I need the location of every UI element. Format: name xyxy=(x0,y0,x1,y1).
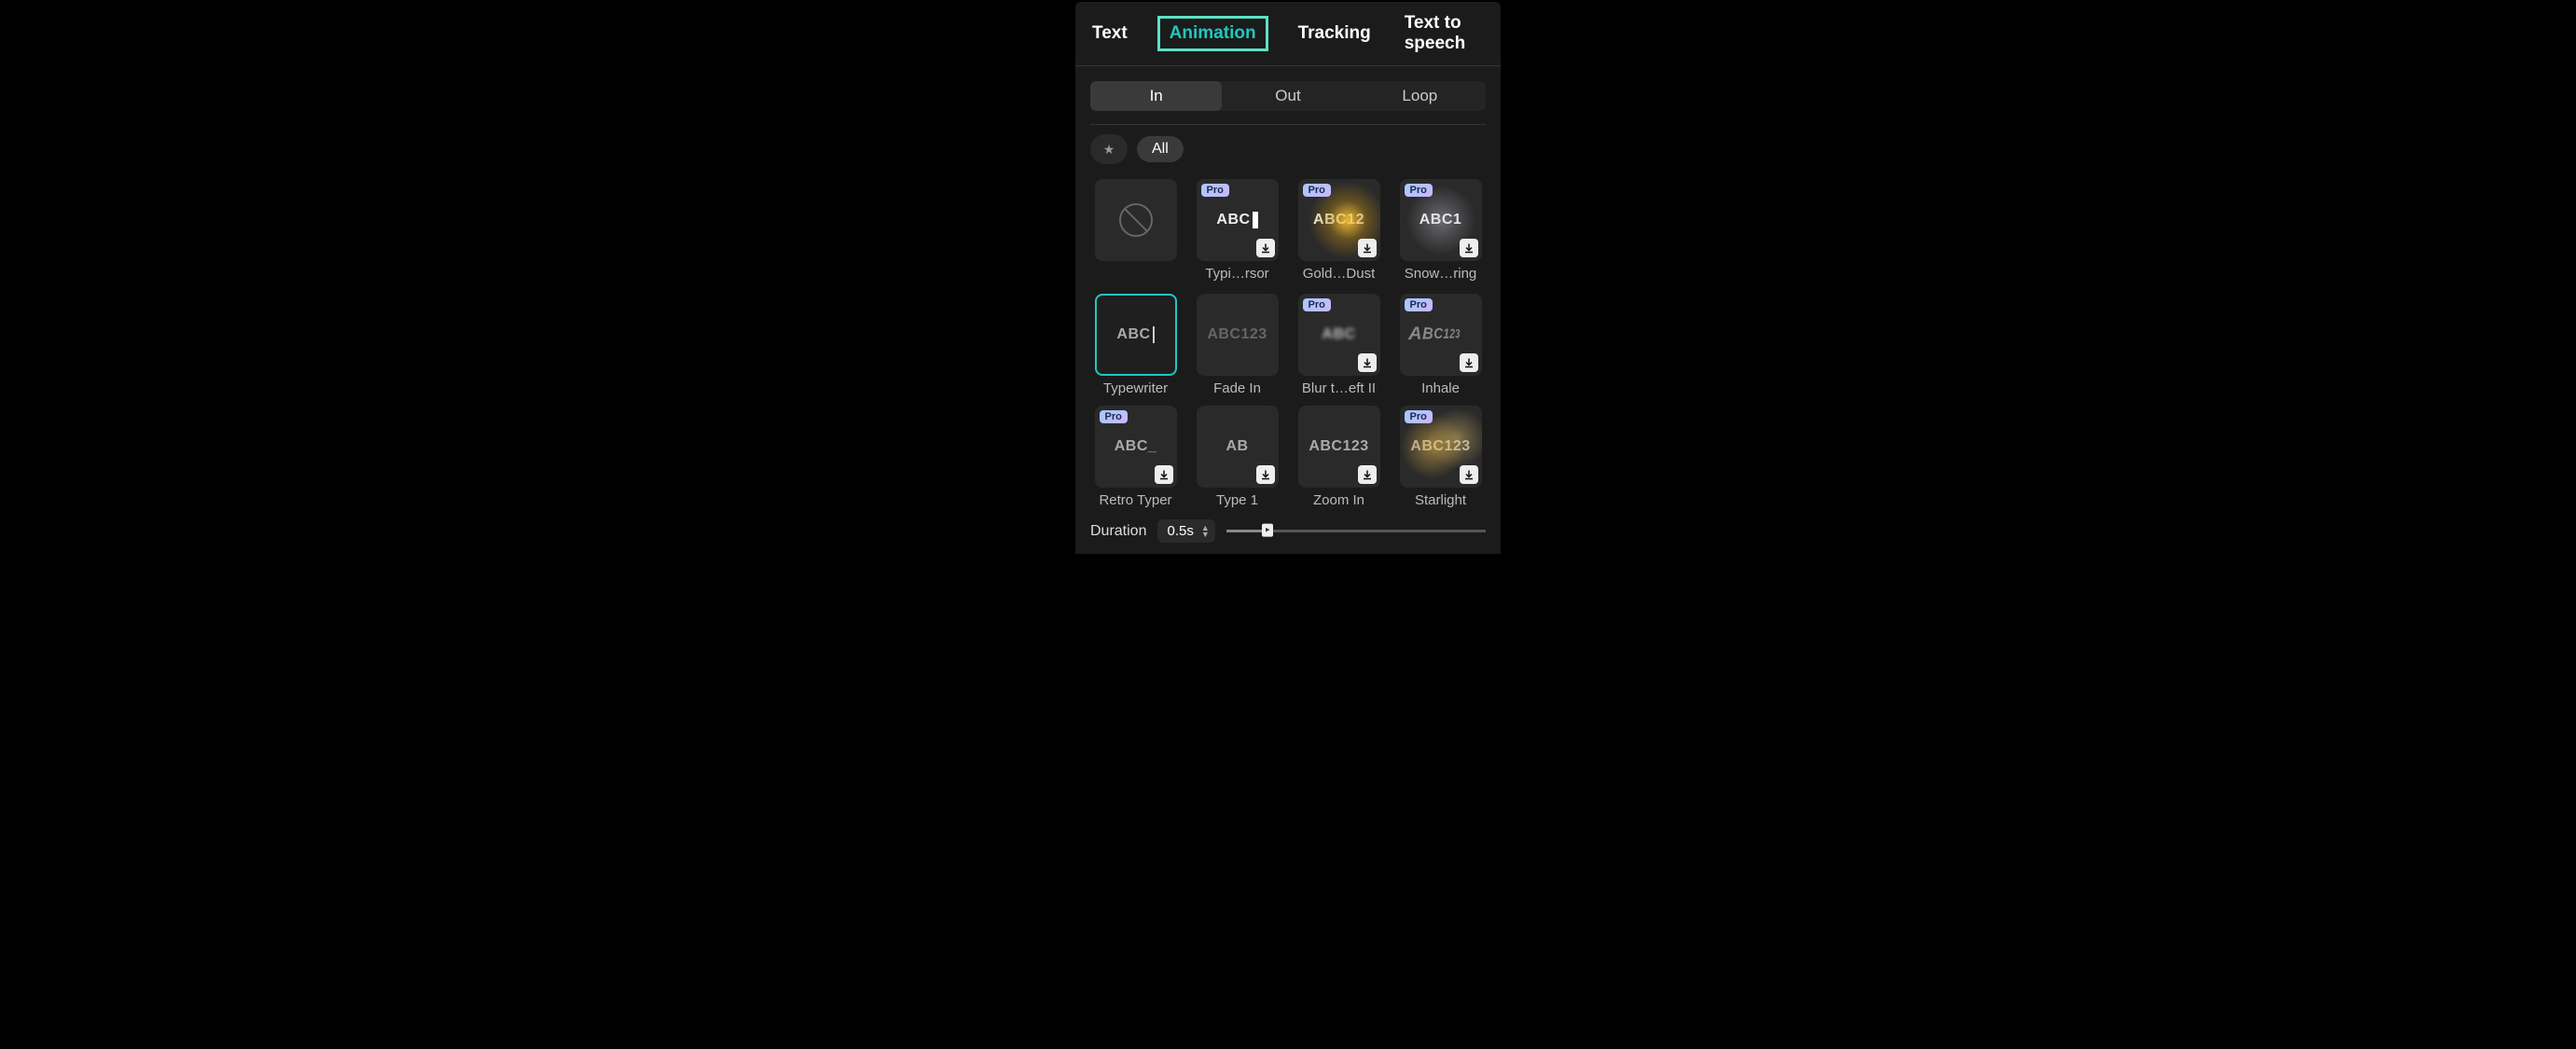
tab-animation[interactable]: Animation xyxy=(1157,16,1268,51)
pro-badge: Pro xyxy=(1405,184,1433,197)
duration-stepper[interactable]: ▲ ▼ xyxy=(1201,525,1210,538)
animation-item-blurleft2: ABC Pro Blur t…eft II xyxy=(1294,294,1384,396)
filter-row: ★ All xyxy=(1075,134,1501,173)
animation-thumb-retrotyper[interactable]: ABC_ Pro xyxy=(1095,406,1177,488)
duration-slider[interactable]: ▸ xyxy=(1226,524,1486,539)
cursor-icon xyxy=(1253,212,1258,228)
pro-badge: Pro xyxy=(1100,410,1128,423)
animation-label: Inhale xyxy=(1421,380,1460,396)
animation-thumb-zoomin[interactable]: ABC123 xyxy=(1298,406,1380,488)
download-icon[interactable] xyxy=(1256,465,1275,484)
animation-thumb-none[interactable] xyxy=(1095,179,1177,261)
animation-item-typewriter: ABC Typewriter xyxy=(1090,294,1181,396)
animation-thumb-golddust[interactable]: ABC12Pro xyxy=(1298,179,1380,261)
animation-item-retrotyper: ABC_ Pro Retro Typer xyxy=(1090,406,1181,508)
none-icon xyxy=(1119,203,1153,237)
tab-text[interactable]: Text xyxy=(1088,16,1131,51)
download-icon[interactable] xyxy=(1256,239,1275,257)
duration-row: Duration 0.5s ▲ ▼ ▸ xyxy=(1075,516,1501,554)
animation-item-golddust: ABC12Pro Gold…Dust xyxy=(1294,179,1384,284)
preview-text: ABC xyxy=(1216,212,1257,228)
download-icon[interactable] xyxy=(1358,353,1377,372)
animation-item-typing: ABC Pro Typi…rsor xyxy=(1192,179,1282,284)
download-icon[interactable] xyxy=(1460,465,1478,484)
download-icon[interactable] xyxy=(1155,465,1173,484)
subtab-out[interactable]: Out xyxy=(1222,81,1353,111)
download-icon[interactable] xyxy=(1460,353,1478,372)
animation-label: Typi…rsor xyxy=(1205,266,1268,282)
duration-label: Duration xyxy=(1090,523,1146,540)
animation-thumb-type1[interactable]: AB xyxy=(1197,406,1279,488)
duration-input[interactable]: 0.5s ▲ ▼ xyxy=(1157,519,1214,543)
divider xyxy=(1090,124,1486,125)
animation-thumb-inhale[interactable]: ABC123 Pro xyxy=(1400,294,1482,376)
animation-label: Starlight xyxy=(1415,492,1466,508)
slider-thumb[interactable]: ▸ xyxy=(1262,523,1273,536)
tab-tracking[interactable]: Tracking xyxy=(1295,16,1375,51)
filter-favorites[interactable]: ★ xyxy=(1090,134,1128,164)
animation-grid: ABC Pro Typi…rsor ABC12Pro Gold…Dust ABC1Pro S… xyxy=(1075,173,1501,516)
download-icon[interactable] xyxy=(1358,239,1377,257)
animation-label: Snow…ring xyxy=(1405,266,1477,282)
preview-text: ABC123 xyxy=(1207,326,1267,343)
animation-label: Blur t…eft II xyxy=(1302,380,1376,396)
animation-thumb-typewriter[interactable]: ABC xyxy=(1095,294,1177,376)
preview-text: ABC_ xyxy=(1115,438,1157,455)
star-icon: ★ xyxy=(1103,142,1115,158)
animation-thumb-typing[interactable]: ABC Pro xyxy=(1197,179,1279,261)
animation-item-fadein: ABC123 Fade In xyxy=(1192,294,1282,396)
pro-badge: Pro xyxy=(1303,184,1331,197)
animation-label: Zoom In xyxy=(1313,492,1364,508)
chevron-down-icon: ▼ xyxy=(1201,531,1210,538)
animation-thumb-blurleft2[interactable]: ABC Pro xyxy=(1298,294,1380,376)
animation-item-snowring: ABC1Pro Snow…ring xyxy=(1395,179,1486,284)
duration-value-text: 0.5s xyxy=(1167,523,1193,539)
animation-subtabs: In Out Loop xyxy=(1090,81,1486,111)
animation-item-zoomin: ABC123 Zoom In xyxy=(1294,406,1384,508)
preview-text: ABC123 xyxy=(1408,324,1461,345)
animation-panel: Text Animation Tracking Text to speech I… xyxy=(1075,2,1501,554)
animation-label: Fade In xyxy=(1213,380,1261,396)
pro-badge: Pro xyxy=(1405,410,1433,423)
pro-badge: Pro xyxy=(1405,298,1433,311)
animation-thumb-fadein[interactable]: ABC123 xyxy=(1197,294,1279,376)
animation-thumb-starlight[interactable]: ABC123Pro xyxy=(1400,406,1482,488)
preview-text: ABC xyxy=(1116,326,1154,343)
subtab-in[interactable]: In xyxy=(1090,81,1222,111)
animation-label: Retro Typer xyxy=(1099,492,1171,508)
animation-label: Typewriter xyxy=(1103,380,1168,396)
preview-text: ABC xyxy=(1322,326,1355,343)
preview-text: AB xyxy=(1226,438,1248,455)
top-tabs: Text Animation Tracking Text to speech xyxy=(1075,2,1501,66)
pro-badge: Pro xyxy=(1201,184,1229,197)
filter-all[interactable]: All xyxy=(1137,136,1184,162)
download-icon[interactable] xyxy=(1460,239,1478,257)
pro-badge: Pro xyxy=(1303,298,1331,311)
animation-label: Gold…Dust xyxy=(1303,266,1376,282)
animation-thumb-snowring[interactable]: ABC1Pro xyxy=(1400,179,1482,261)
download-icon[interactable] xyxy=(1358,465,1377,484)
animation-label: Type 1 xyxy=(1216,492,1258,508)
animation-item-none xyxy=(1090,179,1181,284)
preview-text: ABC123 xyxy=(1309,438,1368,455)
animation-item-type1: AB Type 1 xyxy=(1192,406,1282,508)
animation-item-inhale: ABC123 Pro Inhale xyxy=(1395,294,1486,396)
cursor-icon xyxy=(1153,326,1155,343)
tab-text-to-speech[interactable]: Text to speech xyxy=(1401,6,1488,62)
animation-item-starlight: ABC123Pro Starlight xyxy=(1395,406,1486,508)
subtab-loop[interactable]: Loop xyxy=(1354,81,1486,111)
